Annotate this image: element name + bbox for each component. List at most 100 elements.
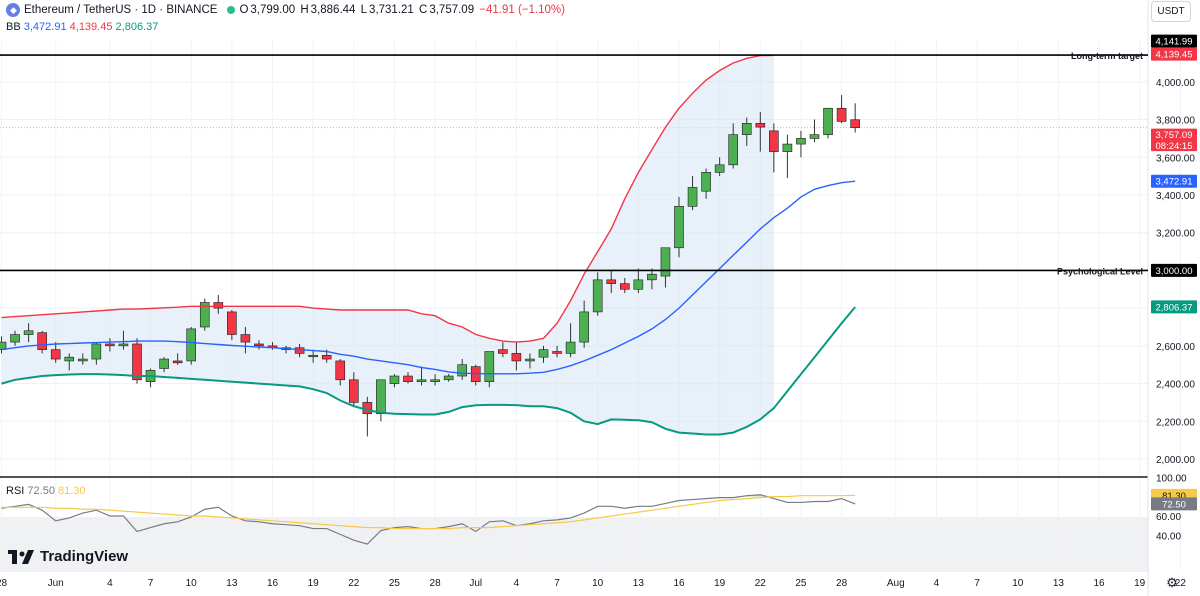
bb-lower-tag: 2,806.37 [1151, 300, 1197, 314]
candle-body [606, 279, 617, 284]
x-tick-label: 28 [836, 578, 848, 589]
x-tick-label: 22 [348, 578, 360, 589]
candle-body [498, 349, 508, 354]
candle-body [836, 107, 847, 122]
x-tick-label: 28 [430, 578, 442, 589]
high-level-tag: 4,141.99 [1151, 34, 1197, 48]
candle-body [23, 330, 34, 335]
candle-body [227, 311, 237, 335]
candle-body [714, 164, 725, 173]
bb-basis-value: 3,472.91 [23, 21, 67, 33]
candle-body [674, 206, 684, 249]
candle [823, 107, 833, 139]
candle-body [796, 138, 806, 145]
rsi-tag: 72.50 [1151, 497, 1197, 511]
candle-body [633, 279, 644, 290]
settings-gear-icon[interactable]: ⚙ [1166, 575, 1178, 590]
x-tick-label: 10 [592, 578, 604, 589]
x-tick-label: 4 [934, 578, 940, 589]
price-chart[interactable]: Long-term target Psychological Level 2,00… [0, 0, 1200, 596]
x-tick-label: 19 [308, 578, 320, 589]
x-tick-label: 19 [714, 578, 726, 589]
candle-body [443, 375, 454, 381]
candle-body [186, 328, 196, 362]
psych-level-tag-text: 3,000.00 [1156, 266, 1193, 277]
candle-body [213, 302, 224, 309]
candle [145, 368, 156, 388]
rsi-legend[interactable]: RSI 72.50 81.30 [6, 485, 86, 497]
candle-body [376, 379, 386, 415]
candle-body [240, 334, 251, 343]
candle [782, 134, 793, 179]
candle [809, 119, 820, 143]
x-tick-label: 7 [148, 578, 154, 589]
candle-body [755, 123, 766, 128]
candle-body [335, 360, 346, 381]
x-tick-label: 13 [1053, 578, 1065, 589]
candle-body [64, 356, 75, 362]
candle-body [850, 119, 860, 128]
candle [484, 351, 495, 388]
quote-currency-button[interactable]: USDT [1151, 1, 1191, 22]
candle-body [172, 360, 183, 364]
y-tick-label: 3,400.00 [1156, 191, 1195, 202]
x-tick-label: 22 [755, 578, 767, 589]
bb-basis-tag-text: 3,472.91 [1156, 177, 1193, 188]
candle-body [321, 354, 332, 360]
candle-body [457, 364, 468, 377]
x-tick-label: 13 [633, 578, 645, 589]
rsi-tick-label: 100.00 [1156, 473, 1187, 484]
candle-body [660, 247, 671, 277]
candle-body [484, 351, 495, 382]
candle-body [565, 341, 576, 354]
candle [850, 103, 860, 133]
x-tick-label: 25 [389, 578, 401, 589]
candle-body [782, 143, 793, 152]
candle-body [105, 343, 115, 347]
candle-body [728, 134, 739, 166]
open-value: 3,799.00 [250, 4, 296, 16]
symbol-title[interactable]: Ethereum / TetherUS · 1D · BINANCE [24, 4, 217, 16]
candle-body [118, 343, 129, 347]
rsi-value: 72.50 [27, 485, 55, 497]
candle-body [809, 134, 820, 139]
candle-body [552, 351, 562, 354]
x-tick-label: 16 [1093, 578, 1105, 589]
candle-body [389, 375, 400, 384]
candle-body [37, 332, 47, 350]
candle-body [50, 349, 61, 360]
x-tick-label: Jun [48, 578, 64, 589]
bb-label: BB [6, 21, 21, 33]
change-value: −41.91 (−1.10%) [479, 4, 565, 16]
candle [836, 95, 847, 124]
bb-legend[interactable]: BB 3,472.91 4,139.45 2,806.37 [6, 21, 158, 33]
rsi-tick-label: 60.00 [1156, 512, 1181, 523]
high-value: 3,886.44 [310, 4, 356, 16]
low-value: 3,731.21 [369, 4, 414, 16]
bb-lower-tag-text: 2,806.37 [1156, 302, 1193, 313]
exchange-icon: ◆ [6, 3, 20, 17]
candle-body [416, 379, 427, 382]
tradingview-logo-text: TradingView [40, 548, 129, 565]
candle-body [538, 349, 549, 358]
x-tick-label: 10 [186, 578, 198, 589]
candle [376, 379, 386, 422]
countdown-tag: 08:24:15 [1151, 140, 1197, 152]
y-tick-label: 3,800.00 [1156, 116, 1195, 127]
bb-lower-value: 2,806.37 [115, 21, 159, 33]
candle-body [159, 358, 169, 369]
x-tick-label: 16 [267, 578, 279, 589]
bb-band-fill [1, 55, 774, 435]
x-tick-label: 16 [673, 578, 685, 589]
bb-upper-tag: 4,139.45 [1151, 47, 1197, 61]
candle-body [579, 311, 589, 343]
rsi-ma-value: 81.30 [58, 485, 86, 497]
x-tick-label: Aug [887, 578, 905, 589]
candle-body [254, 343, 264, 347]
bb-basis-tag: 3,472.91 [1151, 174, 1197, 188]
candle-body [308, 354, 318, 358]
x-tick-label: Jul [469, 578, 482, 589]
x-tick-label: 25 [795, 578, 807, 589]
rsi-label: RSI [6, 485, 25, 497]
x-tick-label: 7 [554, 578, 560, 589]
